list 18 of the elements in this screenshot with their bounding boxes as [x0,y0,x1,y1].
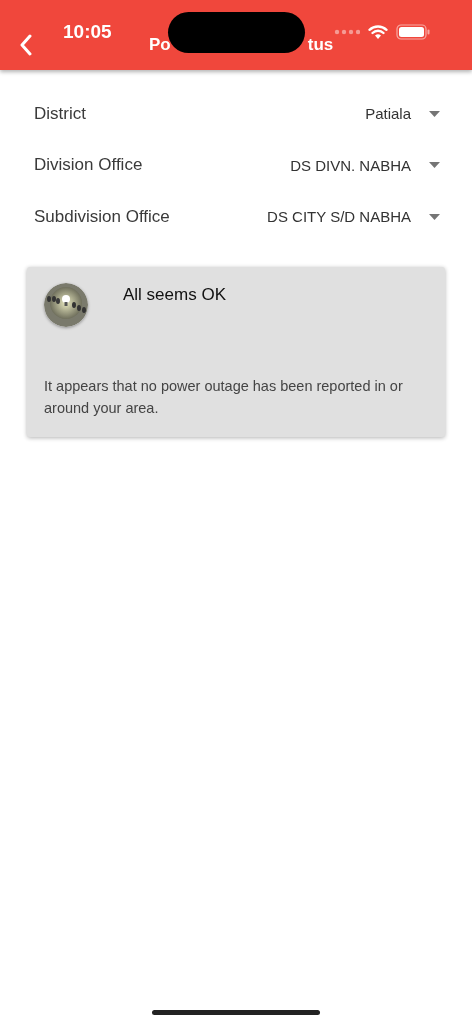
status-time: 10:05 [63,21,112,43]
signal-icon [334,29,360,35]
filter-label: Subdivision Office [34,206,170,227]
wifi-icon [368,24,388,40]
battery-icon [396,24,430,40]
dropdown[interactable]: Patiala [365,105,440,123]
caret-icon [429,162,440,169]
caret-icon [429,213,440,220]
caret-icon [429,110,440,117]
status-title: All seems OK [123,284,226,305]
screen-title: Po [149,35,171,55]
filter-label: District [34,103,86,124]
status-message: It appears that no power outage has been reported in or around your area. [44,376,404,418]
dropdown[interactable]: DS DIVN. NABHA [290,156,440,174]
screen-title: tus [307,35,334,55]
dropdown[interactable]: DS CITY S/D NABHA [267,208,440,226]
filter-label: Division Office [34,155,143,176]
back-button[interactable] [19,34,33,56]
